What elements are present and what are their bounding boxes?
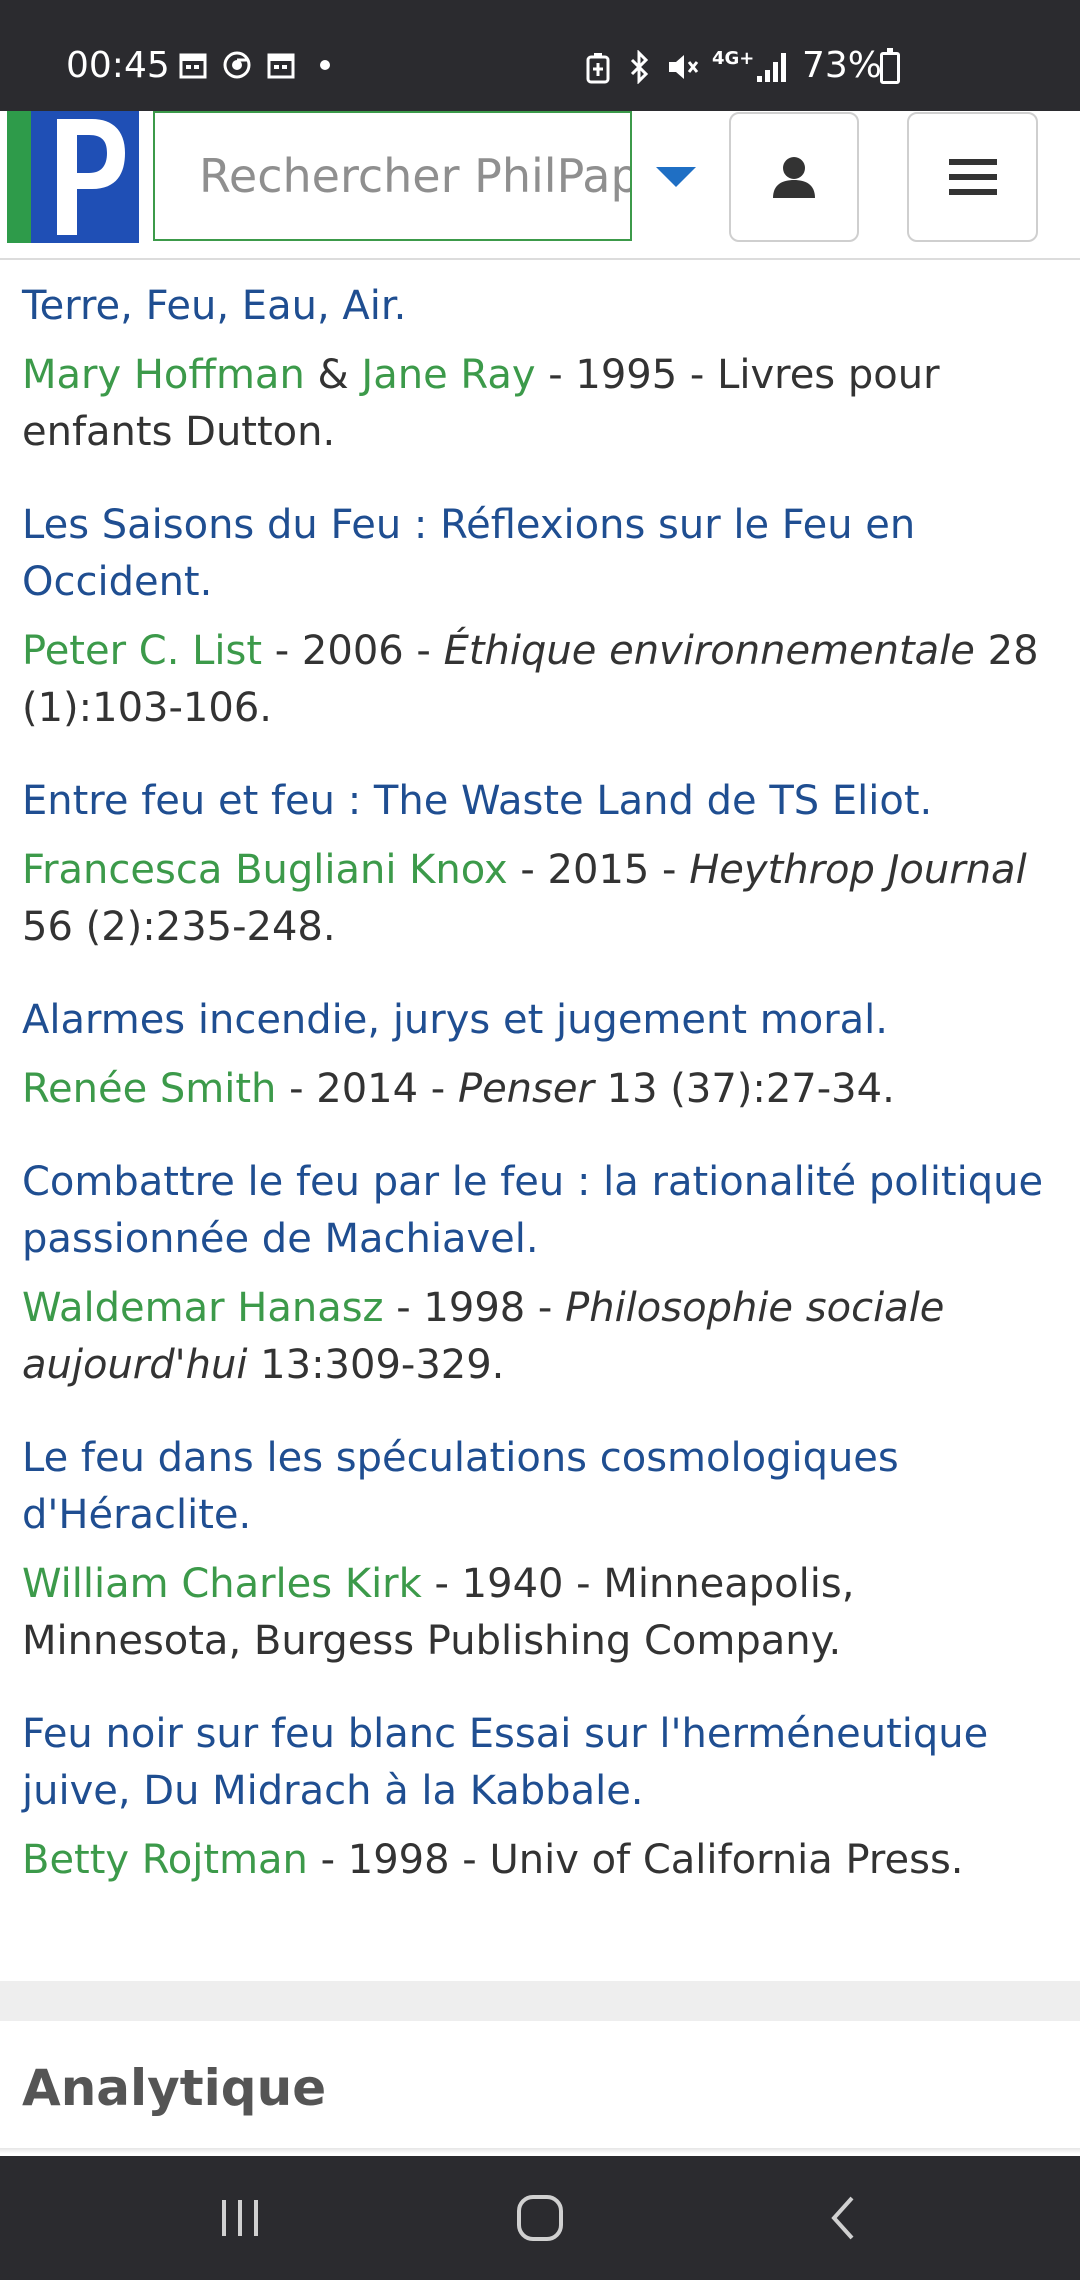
result-title-link[interactable]: Entre feu et feu : The Waste Land de TS … — [22, 773, 1052, 830]
author-link[interactable]: Francesca Bugliani Knox — [22, 847, 508, 893]
journal-name: Penser — [457, 1066, 594, 1112]
battery-saver-icon — [586, 53, 610, 84]
result-title-link[interactable]: Combattre le feu par le feu : la rationa… — [22, 1154, 1052, 1268]
user-account-button[interactable] — [729, 112, 859, 242]
meta-separator: - — [525, 1285, 566, 1331]
meta-separator: - — [307, 1837, 348, 1883]
result-title-link[interactable]: Alarmes incendie, jurys et jugement mora… — [22, 992, 1052, 1049]
bottom-shadow — [0, 2148, 1080, 2154]
author-link[interactable]: William Charles Kirk — [22, 1561, 422, 1607]
status-time: 00:45 — [66, 45, 170, 86]
network-type: 4G+ — [712, 48, 755, 69]
result-entry: Le feu dans les spéculations cosmologiqu… — [22, 1430, 1052, 1670]
meta-separator: - — [262, 628, 302, 674]
result-title-link[interactable]: Feu noir sur feu blanc Essai sur l'hermé… — [22, 1706, 1052, 1820]
result-title-link[interactable]: Le feu dans les spéculations cosmologiqu… — [22, 1430, 1052, 1544]
results-list: Terre, Feu, Eau, Air. Mary Hoffman & Jan… — [22, 278, 1052, 1925]
signal-icon — [757, 53, 786, 82]
result-meta: Waldemar Hanasz - 1998 - Philosophie soc… — [22, 1280, 1052, 1394]
section-divider — [0, 1981, 1080, 2021]
calendar-icon-2 — [267, 53, 295, 79]
result-entry: Terre, Feu, Eau, Air. Mary Hoffman & Jan… — [22, 278, 1052, 461]
bluetooth-icon — [630, 50, 649, 84]
journal-volume: 13:309-329. — [247, 1342, 505, 1388]
result-title-link[interactable]: Terre, Feu, Eau, Air. — [22, 278, 1052, 335]
meta-separator: - — [383, 1285, 424, 1331]
result-meta: Mary Hoffman & Jane Ray - 1995 - Livres … — [22, 347, 1052, 461]
meta-separator: - — [449, 1837, 490, 1883]
section-heading: Analytique — [22, 2059, 327, 2117]
meta-separator: - — [421, 1561, 462, 1607]
user-icon — [773, 157, 815, 198]
battery-percent: 73% — [802, 45, 883, 86]
author-separator: & — [304, 352, 362, 398]
meta-separator: - — [563, 1561, 604, 1607]
meta-separator: - — [276, 1066, 317, 1112]
mute-icon — [669, 55, 699, 79]
publication-year: 1995 — [575, 352, 678, 398]
system-navigation-bar — [0, 2156, 1080, 2280]
author-link[interactable]: Peter C. List — [22, 628, 262, 674]
result-entry: Entre feu et feu : The Waste Land de TS … — [22, 773, 1052, 956]
meta-separator: - — [418, 1066, 458, 1112]
publication-year: 2015 — [547, 847, 650, 893]
back-button[interactable] — [804, 2186, 884, 2250]
publication-year: 2006 — [301, 628, 404, 674]
publication-year: 1998 — [423, 1285, 526, 1331]
back-icon — [831, 2196, 854, 2240]
main-menu-button[interactable] — [907, 112, 1038, 242]
result-meta: Renée Smith - 2014 - Penser 13 (37):27-3… — [22, 1061, 1052, 1118]
result-meta: William Charles Kirk - 1940 - Minneapoli… — [22, 1556, 1052, 1670]
journal-name: Éthique environnementale — [443, 628, 975, 674]
search-box[interactable] — [153, 111, 632, 241]
result-entry: Alarmes incendie, jurys et jugement mora… — [22, 992, 1052, 1118]
author-link[interactable]: Betty Rojtman — [22, 1837, 308, 1883]
result-meta: Betty Rojtman - 1998 - Univ of Californi… — [22, 1832, 1052, 1889]
search-options-dropdown-icon[interactable] — [650, 151, 702, 201]
author-link[interactable]: Renée Smith — [22, 1066, 276, 1112]
home-icon — [517, 2195, 563, 2241]
journal-volume: 56 (2):235-248. — [22, 904, 336, 950]
meta-separator: - — [507, 847, 548, 893]
journal-name: Heythrop Journal — [689, 847, 1027, 893]
author-link[interactable]: Jane Ray — [361, 352, 535, 398]
recent-apps-icon — [222, 2200, 258, 2236]
chrome-icon — [223, 51, 251, 79]
philpapers-logo[interactable] — [7, 111, 139, 243]
meta-separator: - — [403, 628, 444, 674]
result-meta: Peter C. List - 2006 - Éthique environne… — [22, 623, 1052, 737]
calendar-icon — [179, 53, 207, 79]
status-bar: 00:45 4G+ 73% — [0, 0, 1080, 111]
author-link[interactable]: Mary Hoffman — [22, 352, 305, 398]
journal-volume: 13 (37):27-34. — [593, 1066, 895, 1112]
result-entry: Feu noir sur feu blanc Essai sur l'hermé… — [22, 1706, 1052, 1889]
more-notifications-dot — [320, 60, 330, 70]
notification-icons — [178, 50, 330, 80]
battery-icon — [880, 48, 900, 84]
publication-year: 2014 — [316, 1066, 419, 1112]
publication-info: Univ of California Press. — [489, 1837, 964, 1883]
result-entry: Les Saisons du Feu : Réflexions sur le F… — [22, 497, 1052, 737]
publication-year: 1998 — [347, 1837, 450, 1883]
meta-separator: - — [649, 847, 690, 893]
recent-apps-button[interactable] — [200, 2186, 280, 2250]
publication-year: 1940 — [461, 1561, 564, 1607]
result-entry: Combattre le feu par le feu : la rationa… — [22, 1154, 1052, 1394]
result-title-link[interactable]: Les Saisons du Feu : Réflexions sur le F… — [22, 497, 1052, 611]
author-link[interactable]: Waldemar Hanasz — [22, 1285, 384, 1331]
meta-separator: - — [677, 352, 718, 398]
search-input[interactable] — [155, 149, 630, 203]
result-meta: Francesca Bugliani Knox - 2015 - Heythro… — [22, 842, 1052, 956]
hamburger-menu-icon — [948, 159, 997, 195]
home-button[interactable] — [500, 2186, 580, 2250]
site-header — [0, 111, 1080, 260]
meta-separator: - — [535, 352, 576, 398]
